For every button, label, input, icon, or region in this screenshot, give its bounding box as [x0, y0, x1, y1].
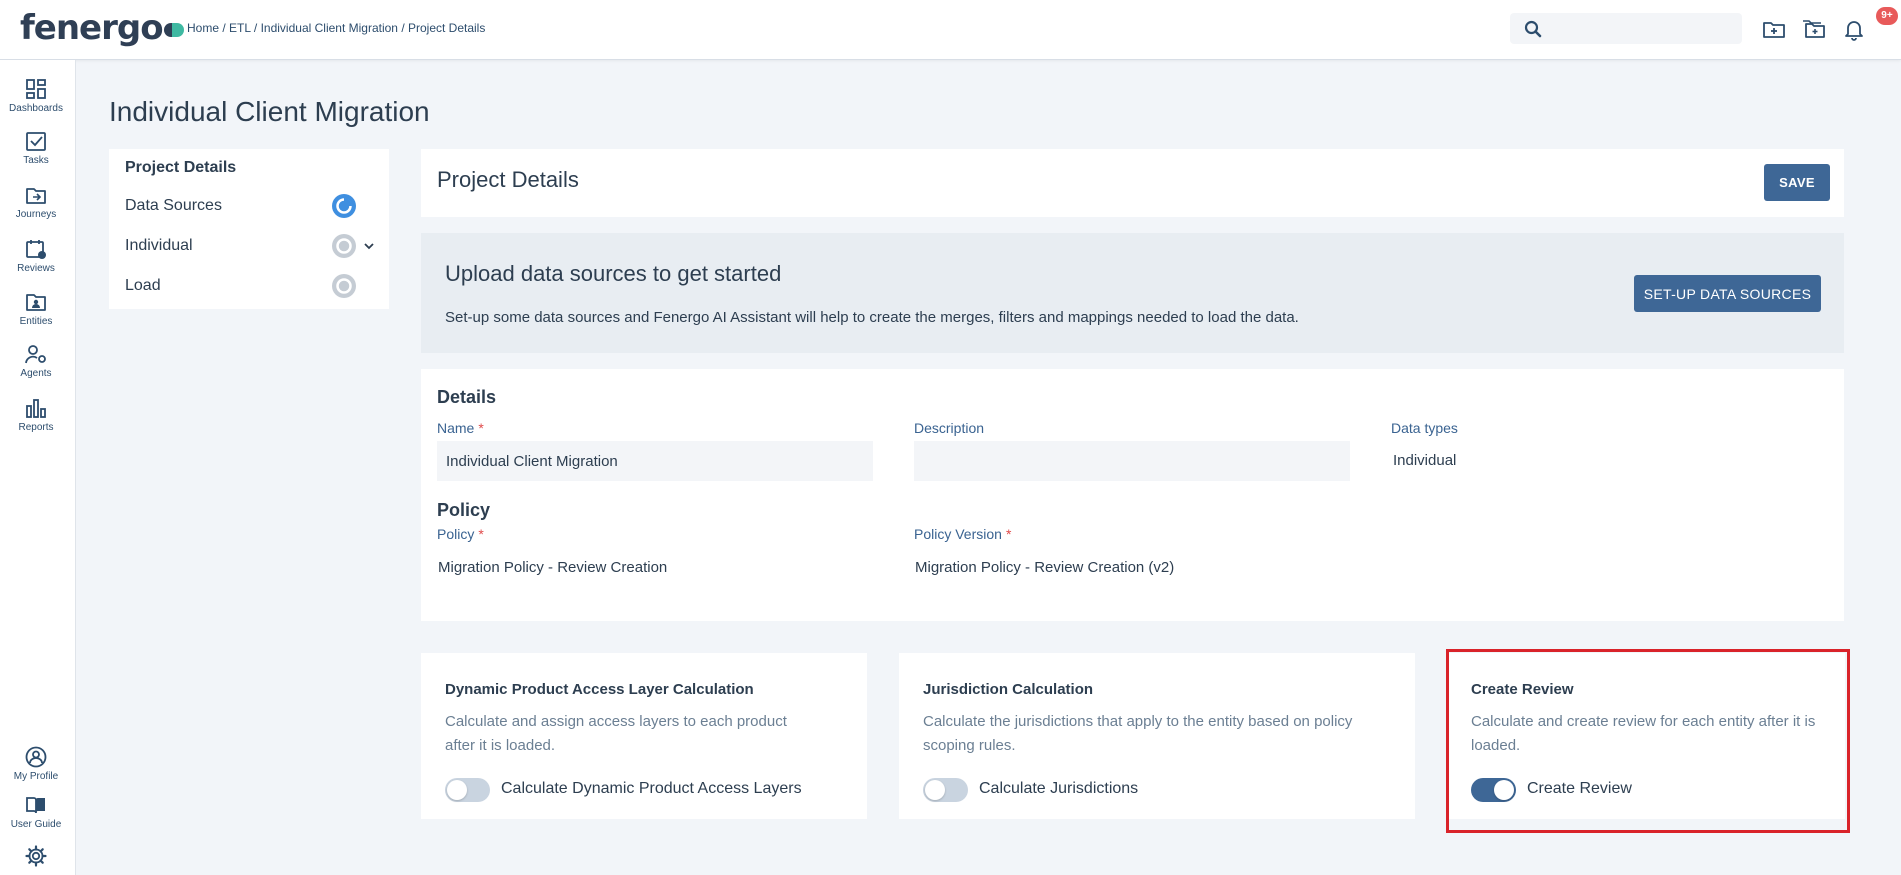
feature-title: Dynamic Product Access Layer Calculation	[445, 681, 754, 698]
sidebar-item-label: User Guide	[10, 819, 62, 830]
reports-icon	[26, 399, 46, 418]
toggle-knob	[1494, 780, 1514, 800]
dynamic-product-access-toggle[interactable]	[445, 778, 490, 802]
data-types-value: Individual	[1393, 452, 1457, 469]
step-data-sources[interactable]: Data Sources	[125, 197, 222, 215]
feature-card-create-review: Create Review Calculate and create revie…	[1447, 653, 1845, 819]
sidebar-item-reviews[interactable]: Reviews	[0, 238, 72, 274]
logo-text: fenergo	[20, 8, 164, 48]
chevron-down-icon[interactable]	[363, 240, 375, 252]
policy-value[interactable]: Migration Policy - Review Creation	[438, 559, 667, 576]
required-mark: *	[478, 420, 484, 436]
toggle-knob	[925, 780, 945, 800]
feature-description: Calculate and create review for each ent…	[1471, 713, 1816, 754]
feature-title: Create Review	[1471, 681, 1574, 698]
folders-icon[interactable]	[1802, 17, 1826, 41]
details-card: Details Name* Description Data types Ind…	[421, 369, 1844, 621]
tasks-icon	[26, 132, 46, 151]
gear-icon	[25, 845, 47, 867]
dashboard-icon	[26, 79, 46, 99]
upload-banner: Upload data sources to get started Set-u…	[421, 233, 1844, 353]
sidebar-item-label: Agents	[20, 368, 52, 379]
sidebar-item-tasks[interactable]: Tasks	[0, 130, 72, 166]
data-types-label: Data types	[1391, 420, 1458, 436]
search-input[interactable]	[1550, 18, 1730, 39]
label-text: Policy Version	[914, 526, 1002, 542]
upload-text: Set-up some data sources and Fenergo AI …	[445, 309, 1299, 326]
steps-header[interactable]: Project Details	[125, 159, 236, 177]
description-field[interactable]	[914, 441, 1350, 481]
feature-card-dynamic-product-access: Dynamic Product Access Layer Calculation…	[421, 653, 867, 819]
page-title: Individual Client Migration	[109, 96, 430, 127]
steps-panel: Project Details Data Sources Individual …	[109, 149, 389, 309]
sidebar-item-my-profile[interactable]: My Profile	[0, 746, 72, 782]
label-text: Policy	[437, 526, 475, 542]
sidebar-item-entities[interactable]: Entities	[0, 291, 72, 327]
section-title: Project Details	[437, 167, 579, 192]
label-text: Name	[437, 420, 475, 436]
toggle-label: Calculate Dynamic Product Access Layers	[501, 780, 802, 797]
notification-badge: 9+	[1876, 7, 1898, 25]
step-active-icon	[332, 194, 356, 218]
sidebar-item-user-guide[interactable]: User Guide	[0, 794, 72, 830]
journeys-icon	[26, 188, 46, 204]
step-individual[interactable]: Individual	[125, 237, 193, 255]
sidebar-item-label: Journeys	[15, 209, 57, 220]
sidebar-item-agents[interactable]: Agents	[0, 343, 72, 379]
sidebar-item-reports[interactable]: Reports	[0, 397, 72, 433]
step-load[interactable]: Load	[125, 277, 161, 295]
toggle-label: Create Review	[1527, 780, 1632, 797]
sidebar-item-label: Tasks	[23, 155, 49, 166]
feature-title: Jurisdiction Calculation	[923, 681, 1094, 698]
sidebar: Dashboards Tasks Journeys Reviews Entiti…	[0, 60, 76, 875]
feature-description: Calculate and assign access layers to ea…	[445, 713, 787, 754]
logo-pill-icon	[163, 23, 184, 37]
search-box[interactable]	[1510, 13, 1742, 44]
sidebar-item-label: Reviews	[17, 263, 55, 274]
jurisdiction-toggle[interactable]	[923, 778, 968, 802]
fenergo-logo[interactable]: fenergo	[20, 8, 184, 48]
book-icon	[26, 797, 45, 814]
search-icon	[1524, 20, 1542, 38]
sidebar-item-label: Reports	[18, 422, 54, 433]
top-bar: fenergo Home / ETL / Individual Client M…	[0, 0, 1901, 60]
sidebar-item-label: Dashboards	[9, 103, 63, 114]
step-pending-icon	[332, 274, 356, 298]
required-mark: *	[1005, 526, 1012, 542]
toggle-label: Calculate Jurisdictions	[979, 780, 1139, 797]
policy-version-value[interactable]: Migration Policy - Review Creation (v2)	[915, 559, 1174, 576]
step-pending-icon	[332, 234, 356, 258]
new-folder-icon[interactable]	[1762, 17, 1786, 41]
feature-card-jurisdiction: Jurisdiction Calculation Calculate the j…	[899, 653, 1415, 819]
details-heading: Details	[437, 387, 497, 407]
policy-label: Policy *	[437, 526, 484, 542]
agents-icon	[25, 345, 46, 364]
toggle-knob	[447, 780, 467, 800]
bell-icon[interactable]	[1842, 17, 1866, 41]
profile-icon	[25, 746, 47, 768]
sidebar-item-journeys[interactable]: Journeys	[0, 184, 72, 220]
reviews-icon	[26, 240, 46, 259]
project-details-header: Project Details	[421, 149, 1844, 217]
policy-heading: Policy	[437, 500, 491, 520]
upload-title: Upload data sources to get started	[445, 261, 782, 286]
required-mark: *	[478, 526, 484, 542]
entities-icon	[26, 294, 46, 311]
breadcrumb[interactable]: Home / ETL / Individual Client Migration…	[187, 21, 485, 35]
description-label: Description	[914, 420, 985, 436]
sidebar-item-label: Entities	[19, 316, 53, 327]
name-label: Name *	[437, 420, 484, 436]
sidebar-item-settings[interactable]	[0, 845, 72, 870]
name-field[interactable]	[437, 441, 873, 481]
feature-description: Calculate the jurisdictions that apply t…	[923, 713, 1353, 754]
sidebar-item-dashboards[interactable]: Dashboards	[0, 78, 72, 114]
setup-data-sources-button[interactable]: SET-UP DATA SOURCES	[1634, 275, 1821, 312]
save-button[interactable]: SAVE	[1764, 164, 1830, 201]
policy-version-label: Policy Version *	[914, 526, 1011, 542]
sidebar-item-label: My Profile	[13, 771, 59, 782]
create-review-toggle[interactable]	[1471, 778, 1516, 802]
